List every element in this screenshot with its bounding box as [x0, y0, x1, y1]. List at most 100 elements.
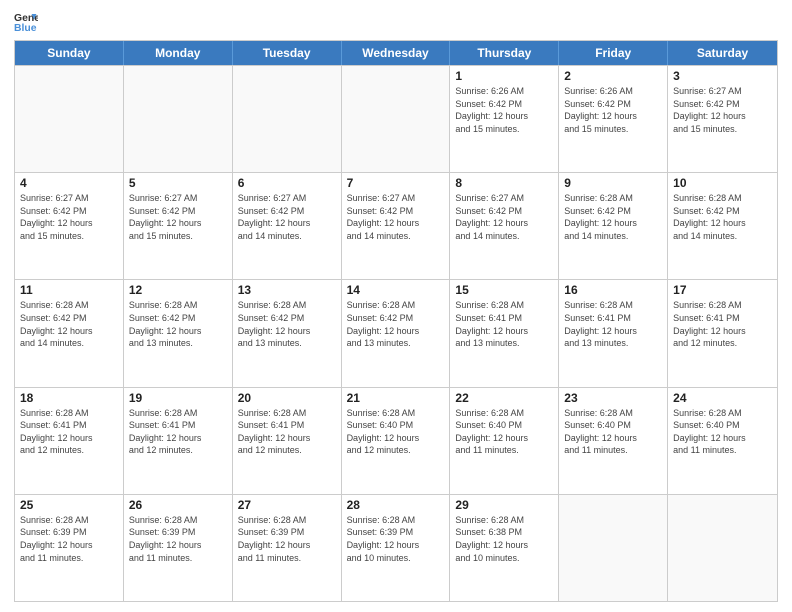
- calendar-row-1: 4 Sunrise: 6:27 AMSunset: 6:42 PMDaylight…: [15, 172, 777, 279]
- day-cell-1: 1 Sunrise: 6:26 AMSunset: 6:42 PMDaylight…: [450, 66, 559, 172]
- day-info: Sunrise: 6:28 AMSunset: 6:39 PMDaylight:…: [20, 514, 118, 564]
- day-cell-20: 20 Sunrise: 6:28 AMSunset: 6:41 PMDayligh…: [233, 388, 342, 494]
- day-number: 12: [129, 283, 227, 297]
- day-number: 15: [455, 283, 553, 297]
- weekday-header-saturday: Saturday: [668, 41, 777, 65]
- logo: General Blue: [14, 10, 38, 34]
- day-number: 10: [673, 176, 772, 190]
- day-number: 4: [20, 176, 118, 190]
- day-info: Sunrise: 6:28 AMSunset: 6:41 PMDaylight:…: [564, 299, 662, 349]
- day-info: Sunrise: 6:28 AMSunset: 6:39 PMDaylight:…: [238, 514, 336, 564]
- day-cell-25: 25 Sunrise: 6:28 AMSunset: 6:39 PMDayligh…: [15, 495, 124, 601]
- day-cell-21: 21 Sunrise: 6:28 AMSunset: 6:40 PMDayligh…: [342, 388, 451, 494]
- day-info: Sunrise: 6:28 AMSunset: 6:42 PMDaylight:…: [673, 192, 772, 242]
- weekday-header-friday: Friday: [559, 41, 668, 65]
- day-number: 5: [129, 176, 227, 190]
- day-info: Sunrise: 6:27 AMSunset: 6:42 PMDaylight:…: [238, 192, 336, 242]
- day-number: 23: [564, 391, 662, 405]
- day-info: Sunrise: 6:28 AMSunset: 6:40 PMDaylight:…: [455, 407, 553, 457]
- day-number: 9: [564, 176, 662, 190]
- day-info: Sunrise: 6:28 AMSunset: 6:39 PMDaylight:…: [347, 514, 445, 564]
- day-cell-18: 18Sunrise: 6:28 AMSunset: 6:41 PMDayligh…: [15, 388, 124, 494]
- day-info: Sunrise: 6:28 AMSunset: 6:39 PMDaylight:…: [129, 514, 227, 564]
- calendar-body: 1 Sunrise: 6:26 AMSunset: 6:42 PMDaylight…: [15, 65, 777, 601]
- day-info: Sunrise: 6:28 AMSunset: 6:41 PMDaylight:…: [129, 407, 227, 457]
- day-cell-29: 29 Sunrise: 6:28 AMSunset: 6:38 PMDayligh…: [450, 495, 559, 601]
- weekday-header-monday: Monday: [124, 41, 233, 65]
- day-info: Sunrise: 6:27 AMSunset: 6:42 PMDaylight:…: [673, 85, 772, 135]
- weekday-header-thursday: Thursday: [450, 41, 559, 65]
- day-info: Sunrise: 6:27 AMSunset: 6:42 PMDaylight:…: [129, 192, 227, 242]
- weekday-header-wednesday: Wednesday: [342, 41, 451, 65]
- day-info: Sunrise: 6:27 AMSunset: 6:42 PMDaylight:…: [20, 192, 118, 242]
- day-info: Sunrise: 6:28 AMSunset: 6:41 PMDaylight:…: [673, 299, 772, 349]
- empty-cell-0-2: [233, 66, 342, 172]
- day-number: 29: [455, 498, 553, 512]
- day-number: 19: [129, 391, 227, 405]
- day-cell-26: 26Sunrise: 6:28 AMSunset: 6:39 PMDayligh…: [124, 495, 233, 601]
- day-info: Sunrise: 6:28 AMSunset: 6:41 PMDaylight:…: [455, 299, 553, 349]
- day-number: 13: [238, 283, 336, 297]
- day-info: Sunrise: 6:28 AMSunset: 6:42 PMDaylight:…: [129, 299, 227, 349]
- day-cell-19: 19 Sunrise: 6:28 AMSunset: 6:41 PMDayligh…: [124, 388, 233, 494]
- day-cell-24: 24 Sunrise: 6:28 AMSunset: 6:40 PMDayligh…: [668, 388, 777, 494]
- day-cell-2: 2 Sunrise: 6:26 AMSunset: 6:42 PMDaylight…: [559, 66, 668, 172]
- day-number: 27: [238, 498, 336, 512]
- day-number: 14: [347, 283, 445, 297]
- day-info: Sunrise: 6:28 AMSunset: 6:38 PMDaylight:…: [455, 514, 553, 564]
- day-number: 7: [347, 176, 445, 190]
- day-number: 25: [20, 498, 118, 512]
- day-info: Sunrise: 6:28 AMSunset: 6:40 PMDaylight:…: [347, 407, 445, 457]
- day-info: Sunrise: 6:28 AMSunset: 6:42 PMDaylight:…: [347, 299, 445, 349]
- day-cell-5: 5 Sunrise: 6:27 AMSunset: 6:42 PMDaylight…: [124, 173, 233, 279]
- day-number: 21: [347, 391, 445, 405]
- weekday-header-tuesday: Tuesday: [233, 41, 342, 65]
- empty-cell-0-3: [342, 66, 451, 172]
- calendar-row-2: 11 Sunrise: 6:28 AMSunset: 6:42 PMDayligh…: [15, 279, 777, 386]
- day-number: 18: [20, 391, 118, 405]
- day-cell-16: 16 Sunrise: 6:28 AMSunset: 6:41 PMDayligh…: [559, 280, 668, 386]
- calendar-row-3: 18 Sunrise: 6:28 AMSunset: 6:41 PMDayligh…: [15, 387, 777, 494]
- day-info: Sunrise: 6:28 AMSunset: 6:40 PMDaylight:…: [673, 407, 772, 457]
- weekday-header-sunday: Sunday: [15, 41, 124, 65]
- header: General Blue: [14, 10, 778, 34]
- day-number: 16: [564, 283, 662, 297]
- calendar-header: SundayMondayTuesdayWednesdayThursdayFrid…: [15, 41, 777, 65]
- day-number: 20: [238, 391, 336, 405]
- day-info: Sunrise: 6:28 AMSunset: 6:41 PMDaylight:…: [238, 407, 336, 457]
- day-cell-4: 4 Sunrise: 6:27 AMSunset: 6:42 PMDaylight…: [15, 173, 124, 279]
- day-cell-23: 23Sunrise: 6:28 AMSunset: 6:40 PMDayligh…: [559, 388, 668, 494]
- day-number: 6: [238, 176, 336, 190]
- calendar-row-4: 25 Sunrise: 6:28 AMSunset: 6:39 PMDayligh…: [15, 494, 777, 601]
- day-cell-28: 28Sunrise: 6:28 AMSunset: 6:39 PMDayligh…: [342, 495, 451, 601]
- day-number: 1: [455, 69, 553, 83]
- day-number: 2: [564, 69, 662, 83]
- day-number: 3: [673, 69, 772, 83]
- day-number: 24: [673, 391, 772, 405]
- day-info: Sunrise: 6:27 AMSunset: 6:42 PMDaylight:…: [347, 192, 445, 242]
- page: General Blue SundayMondayTuesdayWednesda…: [0, 0, 792, 612]
- day-number: 11: [20, 283, 118, 297]
- day-cell-27: 27 Sunrise: 6:28 AMSunset: 6:39 PMDayligh…: [233, 495, 342, 601]
- day-number: 8: [455, 176, 553, 190]
- day-info: Sunrise: 6:28 AMSunset: 6:42 PMDaylight:…: [238, 299, 336, 349]
- day-cell-10: 10 Sunrise: 6:28 AMSunset: 6:42 PMDayligh…: [668, 173, 777, 279]
- day-info: Sunrise: 6:28 AMSunset: 6:42 PMDaylight:…: [20, 299, 118, 349]
- day-info: Sunrise: 6:27 AMSunset: 6:42 PMDaylight:…: [455, 192, 553, 242]
- day-cell-9: 9Sunrise: 6:28 AMSunset: 6:42 PMDaylight…: [559, 173, 668, 279]
- day-info: Sunrise: 6:26 AMSunset: 6:42 PMDaylight:…: [455, 85, 553, 135]
- day-number: 17: [673, 283, 772, 297]
- empty-cell-0-0: [15, 66, 124, 172]
- day-cell-15: 15 Sunrise: 6:28 AMSunset: 6:41 PMDayligh…: [450, 280, 559, 386]
- day-info: Sunrise: 6:26 AMSunset: 6:42 PMDaylight:…: [564, 85, 662, 135]
- day-cell-14: 14 Sunrise: 6:28 AMSunset: 6:42 PMDayligh…: [342, 280, 451, 386]
- calendar: SundayMondayTuesdayWednesdayThursdayFrid…: [14, 40, 778, 602]
- day-cell-3: 3 Sunrise: 6:27 AMSunset: 6:42 PMDaylight…: [668, 66, 777, 172]
- day-cell-11: 11 Sunrise: 6:28 AMSunset: 6:42 PMDayligh…: [15, 280, 124, 386]
- day-cell-22: 22 Sunrise: 6:28 AMSunset: 6:40 PMDayligh…: [450, 388, 559, 494]
- empty-cell-4-5: [559, 495, 668, 601]
- day-cell-8: 8 Sunrise: 6:27 AMSunset: 6:42 PMDaylight…: [450, 173, 559, 279]
- day-number: 22: [455, 391, 553, 405]
- logo-icon: General Blue: [14, 10, 38, 34]
- day-cell-6: 6 Sunrise: 6:27 AMSunset: 6:42 PMDaylight…: [233, 173, 342, 279]
